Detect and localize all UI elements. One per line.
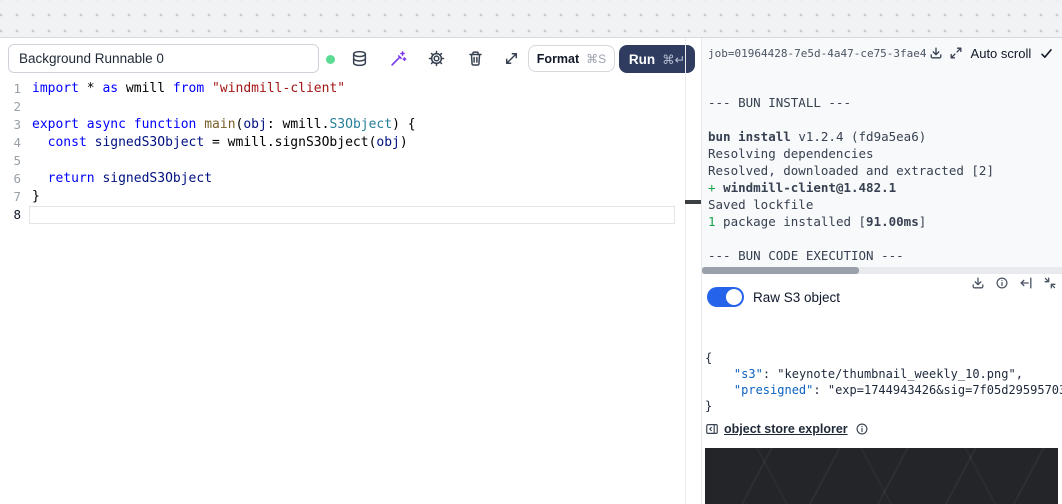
- log-section: job=01964428-7e5d-4a47-ce75-3fae4 Auto s…: [702, 38, 1062, 274]
- database-icon[interactable]: [351, 50, 368, 67]
- line-text: "s3": "keynote/thumbnail_weekly_10.png",: [705, 367, 1023, 381]
- scrollbar-thumb[interactable]: [702, 267, 859, 274]
- line-number: 1: [0, 80, 21, 98]
- format-shortcut: ⌘S: [586, 52, 606, 66]
- line-number: 2: [0, 98, 21, 116]
- line-text: 1 package installed [91.00ms]: [708, 214, 926, 229]
- job-id-text: job=01964428-7e5d-4a47-ce75-3fae4: [708, 47, 927, 60]
- job-log-output: --- BUN INSTALL --- bun install v1.2.4 (…: [708, 94, 1062, 266]
- line-text: [32, 152, 40, 170]
- log-line: [708, 230, 1062, 247]
- code-editor[interactable]: 1 import * as wmill from "windmill-client…: [0, 80, 701, 504]
- magic-wand-icon[interactable]: [390, 50, 407, 67]
- editor-panel: Format ⌘S Run ⌘↵ 1 import * as wmill from…: [0, 38, 701, 504]
- line-number: 7: [0, 188, 21, 206]
- log-line: Saved lockfile: [708, 196, 1062, 213]
- code-line[interactable]: 5: [0, 152, 701, 170]
- line-number: 3: [0, 116, 21, 134]
- run-button[interactable]: Run ⌘↵: [619, 45, 695, 73]
- json-line: {: [705, 350, 1062, 366]
- line-text: [32, 206, 40, 224]
- raw-s3-toggle-label: Raw S3 object: [753, 290, 840, 305]
- runnable-name-input[interactable]: [8, 44, 319, 73]
- line-text: Resolved, downloaded and extracted [2]: [708, 163, 994, 178]
- auto-scroll-checkbox-checked[interactable]: [1040, 47, 1053, 60]
- line-text: [32, 98, 40, 116]
- explorer-info-icon[interactable]: [855, 422, 869, 436]
- preview-diagonal-pattern: [705, 448, 1058, 504]
- job-header: job=01964428-7e5d-4a47-ce75-3fae4 Auto s…: [708, 44, 1058, 62]
- run-output-panel: job=01964428-7e5d-4a47-ce75-3fae4 Auto s…: [701, 38, 1062, 504]
- object-store-explorer-link[interactable]: object store explorer: [724, 422, 848, 436]
- log-line: [708, 111, 1062, 128]
- raw-s3-object-toggle-on[interactable]: [707, 287, 744, 307]
- line-text: --- BUN CODE EXECUTION ---: [708, 248, 904, 263]
- line-text: [708, 112, 716, 127]
- status-dot: [326, 55, 335, 64]
- code-line[interactable]: 3 export async function main(obj: wmill.S…: [0, 116, 701, 134]
- log-line: Resolved, downloaded and extracted [2]: [708, 162, 1062, 179]
- line-text: --- BUN INSTALL ---: [708, 95, 851, 110]
- object-store-panel-icon: [705, 422, 719, 436]
- code-line[interactable]: 7}: [0, 188, 701, 206]
- editor-scrollbar-gutter: [685, 38, 686, 504]
- line-text: export async function main(obj: wmill.S3…: [32, 116, 416, 134]
- json-line: "presigned": "exp=1744943426&sig=7f05d29…: [705, 382, 1062, 398]
- line-text: + windmill-client@1.482.1: [708, 180, 896, 195]
- code-line[interactable]: 8: [0, 206, 701, 224]
- code-line[interactable]: 4 const signedS3Object = wmill.signS3Obj…: [0, 134, 701, 152]
- line-text: import * as wmill from "windmill-client": [32, 80, 345, 98]
- s3-image-preview[interactable]: Windmill Weekly: [705, 448, 1058, 504]
- line-text: }: [705, 399, 712, 413]
- collapse-icon[interactable]: [1043, 276, 1057, 290]
- log-line: + windmill-client@1.482.1: [708, 179, 1062, 196]
- log-line: Resolving dependencies: [708, 145, 1062, 162]
- download-logs-icon[interactable]: [929, 46, 943, 60]
- toggle-knob: [726, 289, 742, 305]
- line-text: Resolving dependencies: [708, 146, 874, 161]
- log-line: bun install v1.2.4 (fd9a5ea6): [708, 128, 1062, 145]
- line-number: 5: [0, 152, 21, 170]
- json-line: "s3": "keynote/thumbnail_weekly_10.png",: [705, 366, 1062, 382]
- log-horizontal-scrollbar[interactable]: [702, 267, 1062, 274]
- log-line: --- BUN CODE EXECUTION ---: [708, 247, 1062, 264]
- run-button-label: Run: [629, 52, 655, 67]
- code-line[interactable]: 6 return signedS3Object: [0, 170, 701, 188]
- info-icon[interactable]: [995, 276, 1009, 290]
- download-result-icon[interactable]: [971, 276, 985, 290]
- json-line: }: [705, 398, 1062, 414]
- line-number: 4: [0, 134, 21, 152]
- arrow-into-panel-icon[interactable]: [1019, 276, 1033, 290]
- format-button[interactable]: Format ⌘S: [528, 45, 615, 72]
- auto-scroll-label[interactable]: Auto scroll: [971, 46, 1032, 61]
- log-line: 1 package installed [91.00ms]: [708, 213, 1062, 230]
- line-text: "presigned": "exp=1744943426&sig=7f05d29…: [705, 383, 1062, 397]
- code-line[interactable]: 2: [0, 98, 701, 116]
- line-text: [708, 231, 716, 246]
- app-canvas-dotted-background: [0, 0, 1062, 38]
- trash-icon[interactable]: [467, 50, 484, 67]
- line-text: const signedS3Object = wmill.signS3Objec…: [32, 134, 408, 152]
- code-line[interactable]: 1 import * as wmill from "windmill-client…: [0, 80, 701, 98]
- result-section: Raw S3 object { "s3": "keynote/thumbnail…: [702, 274, 1062, 504]
- overview-ruler-cursor-mark: [685, 200, 701, 204]
- raw-s3-toggle-row: Raw S3 object: [707, 287, 840, 307]
- line-text: }: [32, 188, 40, 206]
- object-store-explorer-row: object store explorer: [705, 422, 869, 436]
- line-text: {: [705, 351, 712, 365]
- line-text: return signedS3Object: [32, 170, 212, 188]
- windmill-script-editor: Format ⌘S Run ⌘↵ 1 import * as wmill from…: [0, 0, 1062, 504]
- line-text: Saved lockfile: [708, 197, 813, 212]
- expand-icon[interactable]: [503, 50, 520, 67]
- run-shortcut: ⌘↵: [662, 52, 685, 67]
- line-text: bun install v1.2.4 (fd9a5ea6): [708, 129, 926, 144]
- line-number: 8: [0, 206, 21, 224]
- result-toolbar: [971, 276, 1057, 290]
- format-button-label: Format: [537, 52, 579, 66]
- gear-icon[interactable]: [428, 50, 445, 67]
- result-json-viewer: { "s3": "keynote/thumbnail_weekly_10.png…: [705, 350, 1062, 416]
- line-number: 6: [0, 170, 21, 188]
- fullscreen-logs-icon[interactable]: [949, 46, 963, 60]
- log-line: --- BUN INSTALL ---: [708, 94, 1062, 111]
